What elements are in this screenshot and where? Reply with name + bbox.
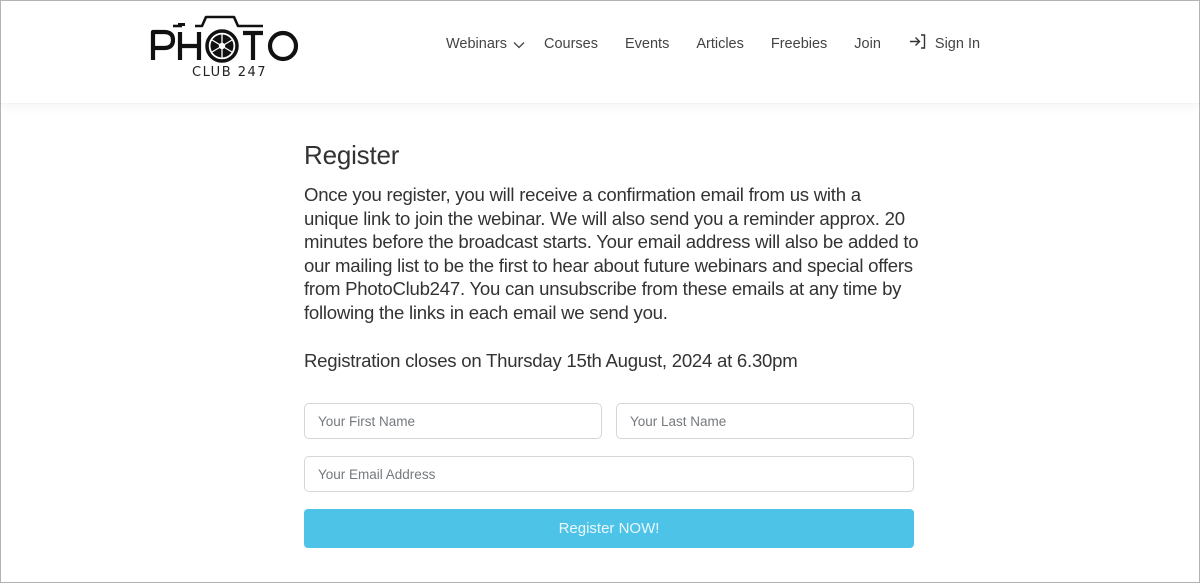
logo-subtitle: CLUB 247 bbox=[192, 65, 268, 80]
nav-item-freebies[interactable]: Freebies bbox=[771, 36, 827, 52]
nav-item-sign-in[interactable]: Sign In bbox=[909, 33, 981, 52]
last-name-input[interactable] bbox=[616, 403, 914, 439]
nav-item-courses[interactable]: Courses bbox=[544, 36, 598, 52]
registration-closes-text: Registration closes on Thursday 15th Aug… bbox=[304, 350, 798, 371]
register-intro-text: Once you register, you will receive a co… bbox=[304, 184, 919, 323]
nav-item-webinars[interactable]: Webinars bbox=[446, 36, 525, 52]
nav-item-label: Events bbox=[624, 36, 670, 52]
email-input[interactable] bbox=[304, 456, 914, 492]
nav-item-label: Freebies bbox=[770, 36, 828, 52]
nav-item-label: Sign In bbox=[934, 36, 981, 52]
nav-item-label: Join bbox=[854, 36, 881, 52]
register-section: Register Once you register, you will rec… bbox=[304, 140, 919, 548]
nav-item-label: Articles bbox=[696, 36, 744, 52]
nav-item-articles[interactable]: Articles bbox=[696, 36, 744, 52]
nav-item-join[interactable]: Join bbox=[854, 36, 881, 52]
sign-in-icon bbox=[909, 33, 926, 49]
camera-aperture-icon bbox=[150, 15, 299, 63]
site-logo[interactable]: CLUB 247 bbox=[148, 12, 302, 82]
nav-item-events[interactable]: Events bbox=[625, 36, 669, 52]
nav-item-label: Webinars bbox=[446, 36, 507, 52]
site-header: CLUB 247 Webinars Courses Events Article… bbox=[0, 0, 1200, 104]
nav-item-label: Courses bbox=[543, 36, 598, 52]
main-nav: Webinars Courses Events Articles Freebie… bbox=[446, 33, 980, 55]
page-title: Register bbox=[304, 140, 400, 170]
chevron-down-icon bbox=[513, 41, 525, 48]
first-name-input[interactable] bbox=[304, 403, 602, 439]
register-now-button[interactable]: Register NOW! bbox=[304, 509, 914, 548]
